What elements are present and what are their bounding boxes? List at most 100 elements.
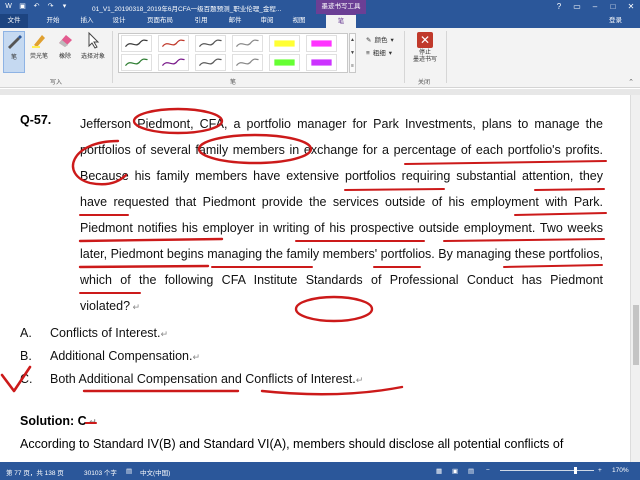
- option-c-text: Both Additional Compensation and Conflic…: [50, 372, 356, 386]
- page-count[interactable]: 第 77 页，共 138 页: [6, 467, 64, 477]
- paragraph-mark-icon: ↵: [160, 329, 169, 339]
- paragraph-mark-icon: ↵: [355, 375, 364, 385]
- tab-view[interactable]: 视图: [286, 14, 312, 28]
- zoom-slider[interactable]: [500, 470, 594, 471]
- option-a: A. Conflicts of Interest.↵: [20, 326, 168, 340]
- color-label: 颜色: [374, 37, 388, 44]
- pen-style-swatch[interactable]: [158, 54, 189, 71]
- redo-icon[interactable]: ↷: [46, 2, 55, 11]
- read-mode-icon[interactable]: ▦: [436, 467, 442, 475]
- window-controls: ? ▭ – □ ✕: [550, 0, 640, 14]
- close-icon[interactable]: ✕: [622, 0, 640, 14]
- thickness-icon: ≡: [366, 50, 370, 57]
- pen-style-swatch[interactable]: [306, 35, 337, 52]
- highlighter-icon: [32, 35, 45, 48]
- ink-underline-option-c2: [260, 385, 404, 396]
- window-title: 01_V1_20190318_2019年6月CFA一级百题预测_职业伦理_金程.…: [92, 6, 282, 13]
- tab-home[interactable]: 开始: [40, 14, 66, 28]
- thickness-option[interactable]: ≡ 粗细 ▾: [366, 47, 394, 60]
- title-bar: W ▣ ↶ ↷ ▾ 01_V1_20190318_2019年6月CFA一级百题预…: [0, 0, 640, 14]
- paragraph-mark-icon: ↵: [192, 352, 200, 362]
- word-count[interactable]: 30103 个字: [84, 467, 117, 477]
- pen-style-swatch[interactable]: [195, 54, 226, 71]
- document-page[interactable]: Q-57. Jefferson Piedmont, CFA, a portfol…: [0, 95, 630, 462]
- option-c: C. Both Additional Compensation and Confl…: [20, 372, 363, 386]
- pen-button[interactable]: 笔: [3, 31, 25, 73]
- pens-group-label: 笔: [230, 80, 237, 86]
- select-objects-button[interactable]: 选择对象: [80, 31, 106, 60]
- web-layout-icon[interactable]: ▤: [468, 467, 474, 475]
- tab-file[interactable]: 文件: [0, 14, 28, 28]
- ribbon-options-icon[interactable]: ▭: [568, 0, 586, 14]
- zoom-level[interactable]: 170%: [612, 467, 629, 474]
- solution-text: According to Standard IV(B) and Standard…: [20, 437, 564, 451]
- option-c-label: C.: [20, 372, 33, 386]
- paragraph-mark-icon: ↵: [86, 417, 97, 427]
- solution-heading-text: Solution: C: [20, 414, 87, 428]
- ribbon-tabs: 文件 开始 插入 设计 页面布局 引用 邮件 审阅 视图 笔 登录: [0, 14, 640, 28]
- zoom-slider-thumb[interactable]: [574, 467, 577, 474]
- ribbon: 笔 荧光笔 橡除 选择对象 写入 ▲ ▼ ≡ 笔 ✎ 颜色 ▾ ≡ 粗细 ▾ ✕ 停止 墨迹…: [0, 28, 640, 88]
- option-a-text: Conflicts of Interest.: [50, 326, 161, 340]
- pen-style-swatch[interactable]: [195, 35, 226, 52]
- color-option[interactable]: ✎ 颜色 ▾: [366, 34, 394, 47]
- cursor-icon: [88, 31, 100, 49]
- ribbon-separator: [446, 31, 447, 83]
- chevron-down-icon: ▾: [388, 50, 393, 57]
- zoom-in-icon[interactable]: +: [598, 467, 602, 474]
- pen-icon: [8, 35, 22, 49]
- select-objects-label: 选择对象: [80, 54, 105, 60]
- pen-style-swatch[interactable]: [121, 54, 152, 71]
- pen-style-swatch[interactable]: [232, 54, 263, 71]
- scrollbar-thumb[interactable]: [633, 305, 639, 365]
- undo-icon[interactable]: ↶: [32, 2, 41, 11]
- pen-style-swatch[interactable]: [269, 35, 300, 52]
- proofing-icon[interactable]: ▤: [126, 467, 132, 475]
- pen-button-label: 笔: [10, 55, 17, 61]
- option-b-text: Additional Compensation.: [50, 349, 193, 363]
- context-tab-label: 墨迹书写工具: [316, 0, 366, 14]
- stop-inking-button[interactable]: ✕ 停止 墨迹书写: [410, 32, 440, 64]
- status-bar: 第 77 页，共 138 页 30103 个字 ▤ 中文(中国) ▦ ▣ ▤ −…: [0, 462, 640, 480]
- help-icon[interactable]: ?: [550, 0, 568, 14]
- tab-page-layout[interactable]: 页面布局: [140, 14, 180, 28]
- close-group-label: 关闭: [418, 80, 431, 86]
- pen-gallery: [118, 33, 348, 73]
- customize-icon[interactable]: ▾: [60, 2, 69, 11]
- eraser-icon: [59, 35, 72, 47]
- tab-design[interactable]: 设计: [106, 14, 132, 28]
- highlighter-button[interactable]: 荧光笔: [28, 31, 50, 60]
- vertical-scrollbar[interactable]: [630, 95, 640, 462]
- stop-inking-label-2: 墨迹书写: [412, 57, 437, 63]
- eraser-button-label: 橡除: [58, 54, 71, 60]
- eraser-button[interactable]: 橡除: [54, 31, 76, 60]
- highlighter-button-label: 荧光笔: [29, 54, 48, 60]
- thickness-label: 粗细: [372, 50, 386, 57]
- question-text-body: Jefferson Piedmont, CFA, a portfolio man…: [80, 117, 603, 313]
- pen-style-swatch[interactable]: [158, 35, 189, 52]
- minimize-icon[interactable]: –: [586, 0, 604, 14]
- tab-insert[interactable]: 插入: [74, 14, 100, 28]
- tab-pen[interactable]: 笔: [326, 14, 356, 28]
- pen-style-swatch[interactable]: [269, 54, 300, 71]
- save-icon[interactable]: ▣: [18, 2, 27, 11]
- chevron-down-icon: ▾: [390, 37, 394, 44]
- tab-review[interactable]: 审阅: [254, 14, 280, 28]
- stop-inking-label-1: 停止: [418, 50, 431, 56]
- ribbon-separator: [112, 31, 113, 83]
- maximize-icon[interactable]: □: [604, 0, 622, 14]
- pen-style-swatch[interactable]: [232, 35, 263, 52]
- tab-references[interactable]: 引用: [188, 14, 214, 28]
- option-a-label: A.: [20, 326, 32, 340]
- print-layout-icon[interactable]: ▣: [452, 467, 458, 475]
- gallery-scroll[interactable]: ▲ ▼ ≡: [349, 33, 356, 73]
- language-indicator[interactable]: 中文(中国): [140, 467, 170, 477]
- pen-style-swatch[interactable]: [121, 35, 152, 52]
- tab-mailings[interactable]: 邮件: [222, 14, 248, 28]
- pen-style-swatch[interactable]: [306, 54, 337, 71]
- zoom-out-icon[interactable]: −: [486, 467, 490, 474]
- collapse-ribbon-icon[interactable]: ⌃: [628, 78, 634, 86]
- option-b: B. Additional Compensation.↵: [20, 349, 200, 363]
- pen-options: ✎ 颜色 ▾ ≡ 粗细 ▾: [366, 34, 394, 60]
- sign-in-link[interactable]: 登录: [609, 14, 622, 28]
